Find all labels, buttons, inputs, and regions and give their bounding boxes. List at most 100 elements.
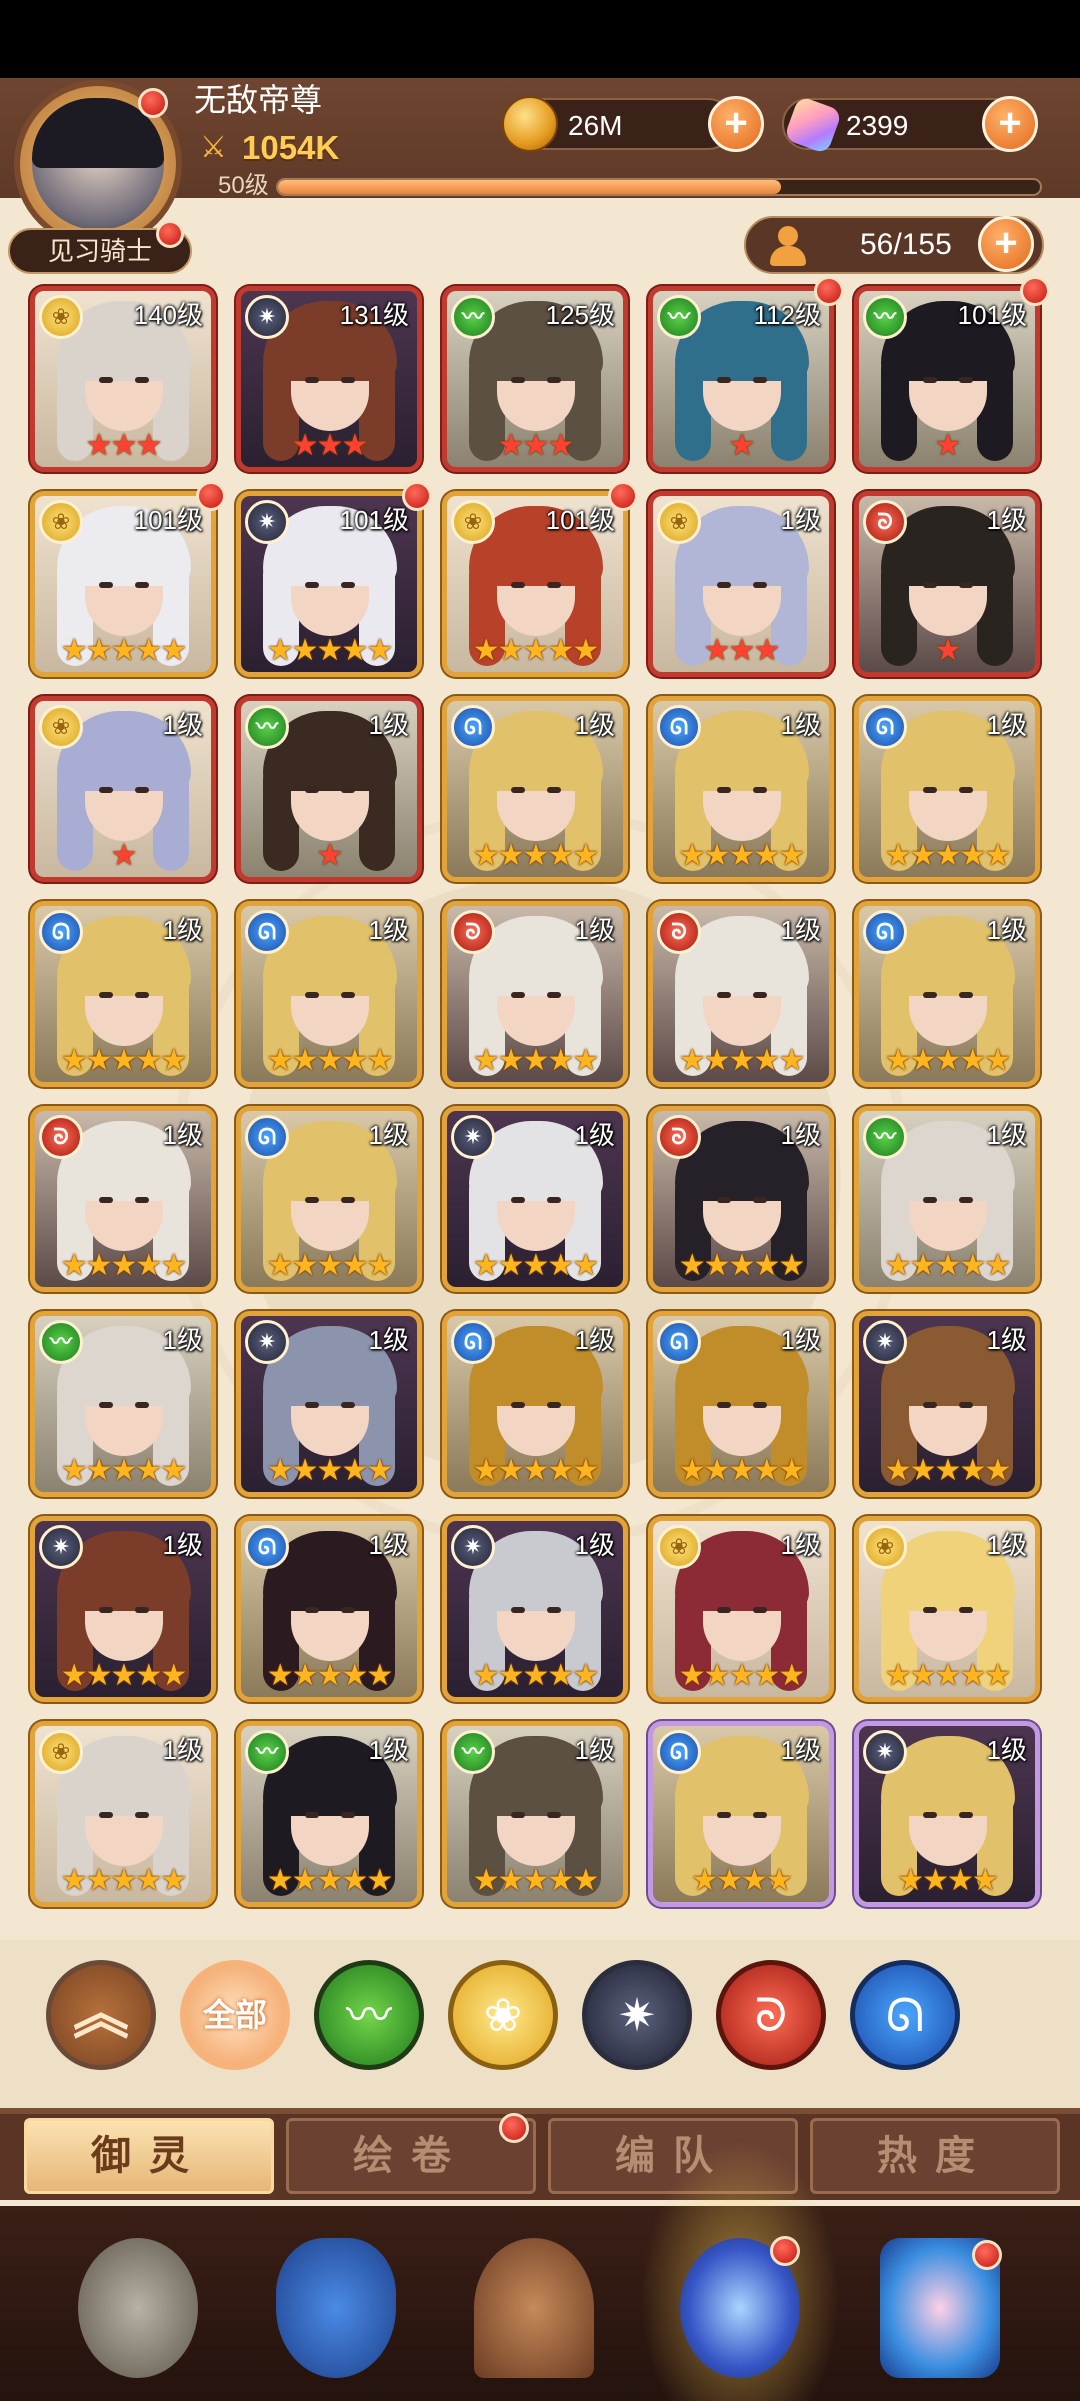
nav-battle[interactable]: 出战 (444, 2238, 624, 2401)
hero-card[interactable]: ᘏ 1级 ★★★★★ (236, 1106, 422, 1292)
hero-stars: ★★★★★ (678, 1454, 805, 1487)
hero-level: 101级 (133, 505, 203, 535)
hero-card[interactable]: 〰 101级 ★ (854, 286, 1040, 472)
hero-level: 112级 (753, 300, 821, 330)
hero-level: 131级 (339, 300, 409, 330)
legion-shield-icon (276, 2238, 396, 2378)
filter-light-button[interactable]: ❀ (448, 1960, 558, 2070)
hero-card[interactable]: ᘏ 1级 ★★★★★ (236, 901, 422, 1087)
wind-element-icon: 〰 (39, 1320, 83, 1364)
tab-popularity[interactable]: 热度 (810, 2118, 1060, 2194)
wind-element-icon: 〰 (451, 295, 495, 339)
hero-card[interactable]: ✷ 1级 ★★★★★ (236, 1311, 422, 1497)
hero-card[interactable]: ᘏ 1级 ★★★★★ (854, 901, 1040, 1087)
filter-all-button[interactable]: 全部 (180, 1960, 290, 2070)
hero-card[interactable]: ❀ 140级 ★★★ (30, 286, 216, 472)
hero-card[interactable]: ✷ 1级 ★★★★★ (442, 1516, 628, 1702)
filter-dark-button[interactable]: ✷ (582, 1960, 692, 2070)
hero-card[interactable]: ✷ 1级 ★★★★★ (854, 1311, 1040, 1497)
hero-stars: ★★★★★ (884, 1249, 1011, 1282)
hero-card[interactable]: ❀ 1级 ★ (30, 696, 216, 882)
water-element-icon: ᘏ (863, 910, 907, 954)
hero-card[interactable]: 〰 1级 ★★★★★ (236, 1721, 422, 1907)
hero-card[interactable]: 〰 112级 ★ (648, 286, 834, 472)
hero-stars: ★★★★★ (472, 1659, 599, 1692)
hero-card[interactable]: ❀ 101级 ★★★★★ (442, 491, 628, 677)
filter-water-button[interactable]: ᘏ (850, 1960, 960, 2070)
nav-legion[interactable]: 军团 (246, 2238, 426, 2401)
hero-stars: ★★★★★ (678, 1659, 805, 1692)
hero-card[interactable]: ᘏ 1级 ★★★★ (648, 1721, 834, 1907)
hero-stars: ★★★★★ (266, 634, 393, 667)
hero-card[interactable]: ❀ 1级 ★★★ (648, 491, 834, 677)
hero-card[interactable]: ✷ 131级 ★★★ (236, 286, 422, 472)
add-coins-button[interactable]: + (708, 96, 764, 152)
hero-card[interactable]: ᘏ 1级 ★★★★★ (236, 1516, 422, 1702)
hero-card[interactable]: 〰 125级 ★★★ (442, 286, 628, 472)
hero-card[interactable]: ᘏ 1级 ★★★★★ (648, 696, 834, 882)
water-element-icon: ᘏ (451, 705, 495, 749)
hero-card[interactable]: ᘏ 1级 ★★★★★ (648, 1311, 834, 1497)
hero-level: 1级 (368, 1530, 409, 1560)
tab-gallery[interactable]: 绘卷 (286, 2113, 536, 2194)
hero-stars: ★★★★★ (472, 634, 599, 667)
nav-gift-pack[interactable]: 礼包 (850, 2238, 1030, 2401)
avatar-notification-dot (138, 88, 168, 118)
hero-stars: ★★★★★ (60, 1249, 187, 1282)
hero-stars: ★★★★★ (266, 1864, 393, 1897)
hero-card[interactable]: ᘏ 1级 ★★★★★ (442, 696, 628, 882)
hero-stars: ★★★★★ (60, 634, 187, 667)
hero-card[interactable]: ᘐ 1级 ★ (854, 491, 1040, 677)
hero-level: 101级 (545, 505, 615, 535)
hero-level: 1级 (780, 915, 821, 945)
hero-level: 1级 (780, 710, 821, 740)
hero-card[interactable]: 〰 1级 ★ (236, 696, 422, 882)
hero-card[interactable]: ᘐ 1级 ★★★★★ (442, 901, 628, 1087)
hero-level: 1级 (780, 1735, 821, 1765)
hero-level: 1级 (574, 1530, 615, 1560)
hero-card[interactable]: ✷ 1级 ★★★★ (854, 1721, 1040, 1907)
hero-card[interactable]: ᘏ 1级 ★★★★★ (854, 696, 1040, 882)
filter-fire-button[interactable]: ᘐ (716, 1960, 826, 2070)
hero-card[interactable]: ✷ 101级 ★★★★★ (236, 491, 422, 677)
hero-card[interactable]: ᘏ 1级 ★★★★★ (442, 1311, 628, 1497)
crossed-swords-icon: ⚔ (200, 131, 227, 164)
hero-card[interactable]: ❀ 1级 ★★★★★ (648, 1516, 834, 1702)
hero-card[interactable]: 〰 1级 ★★★★★ (442, 1721, 628, 1907)
hero-card[interactable]: ᘐ 1级 ★★★★★ (648, 901, 834, 1087)
nav-heroes[interactable]: 御灵 (650, 2236, 830, 2401)
hero-card[interactable]: ✷ 1级 ★★★★★ (30, 1516, 216, 1702)
dark-element-icon: ✷ (863, 1320, 907, 1364)
hero-card[interactable]: ᘐ 1级 ★★★★★ (30, 1106, 216, 1292)
hero-level: 1级 (162, 1325, 203, 1355)
coin-icon (502, 96, 558, 152)
nav-main-city[interactable]: 主城 (48, 2238, 228, 2401)
wind-element-icon: 〰 (245, 1730, 289, 1774)
hero-level: 1级 (986, 1120, 1027, 1150)
fire-element-icon: ᘐ (657, 910, 701, 954)
tab-heroes[interactable]: 御灵 (24, 2118, 274, 2194)
tab-label: 绘卷 (353, 2134, 469, 2178)
hero-card[interactable]: 〰 1级 ★★★★★ (854, 1106, 1040, 1292)
hero-level: 101级 (339, 505, 409, 535)
hero-stars: ★★★★★ (678, 1249, 805, 1282)
hero-stars: ★★★★★ (472, 1249, 599, 1282)
hero-stars: ★★★★★ (266, 1454, 393, 1487)
hero-card[interactable]: ᘏ 1级 ★★★★★ (30, 901, 216, 1087)
hero-card[interactable]: ❀ 1级 ★★★★★ (854, 1516, 1040, 1702)
hero-level: 1级 (574, 1735, 615, 1765)
hero-stars: ★★★ (291, 429, 369, 462)
person-icon (768, 226, 808, 266)
hero-card[interactable]: ᘐ 1级 ★★★★★ (648, 1106, 834, 1292)
add-gems-button[interactable]: + (982, 96, 1038, 152)
tab-notification-dot (499, 2113, 529, 2143)
filter-wind-button[interactable]: 〰 (314, 1960, 424, 2070)
hero-card[interactable]: ❀ 1级 ★★★★★ (30, 1721, 216, 1907)
hero-card[interactable]: ❀ 101级 ★★★★★ (30, 491, 216, 677)
expand-capacity-button[interactable]: + (978, 216, 1034, 272)
hero-card[interactable]: ✷ 1级 ★★★★★ (442, 1106, 628, 1292)
hero-stars: ★★★★★ (266, 1659, 393, 1692)
collapse-button[interactable]: ︽ (46, 1960, 156, 2070)
hero-card[interactable]: 〰 1级 ★★★★★ (30, 1311, 216, 1497)
hero-level: 1级 (986, 1735, 1027, 1765)
